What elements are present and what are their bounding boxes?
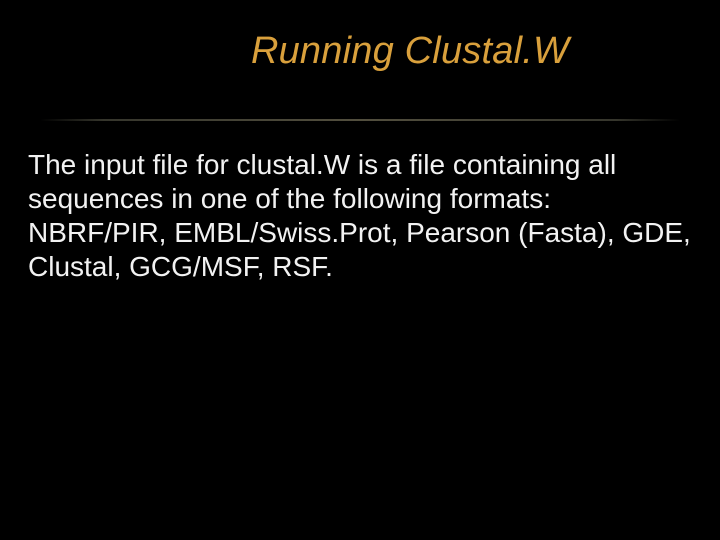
- slide-body: The input file for clustal.W is a file c…: [28, 148, 692, 285]
- slide: Running Clustal.W The input file for clu…: [0, 0, 720, 540]
- title-divider: [40, 119, 680, 121]
- slide-title: Running Clustal.W: [0, 30, 720, 73]
